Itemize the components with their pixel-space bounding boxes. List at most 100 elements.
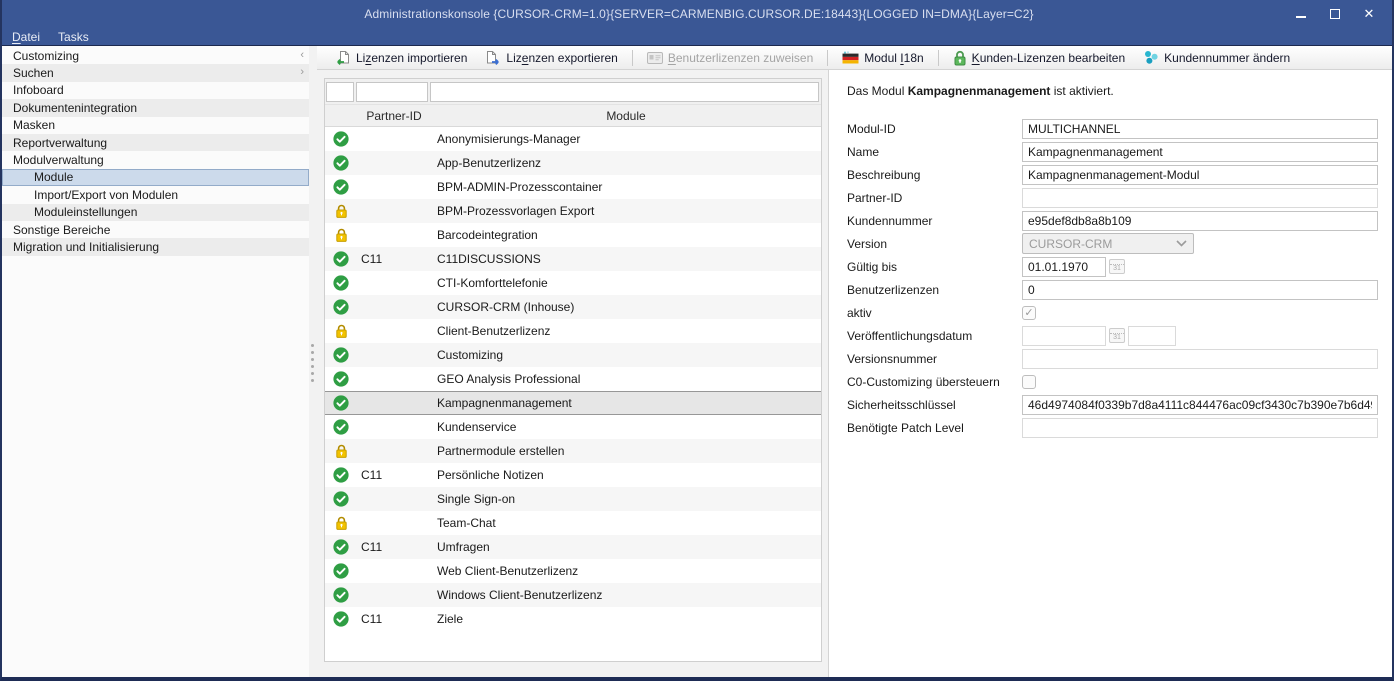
module-filter-input[interactable]: [430, 82, 819, 102]
table-row-geo-analysis-professional[interactable]: GEO Analysis Professional: [325, 367, 821, 391]
close-button[interactable]: ✕: [1354, 3, 1384, 25]
sidebar-item-customizing[interactable]: Customizing‹: [2, 47, 309, 64]
table-row-partnermodule-erstellen[interactable]: Partnermodule erstellen: [325, 439, 821, 463]
module-name-cell: BPM-Prozessvorlagen Export: [431, 204, 821, 218]
table-row-anonymisierungs-manager[interactable]: Anonymisierungs-Manager: [325, 127, 821, 151]
active-check-icon: [333, 539, 349, 555]
sidebar-item-masken[interactable]: Masken: [2, 117, 309, 134]
module-name-cell: App-Benutzerlizenz: [431, 156, 821, 170]
c0-customizing-checkbox[interactable]: [1022, 375, 1036, 389]
sidebar-item-moduleinstellungen[interactable]: Moduleinstellungen: [2, 204, 309, 221]
gueltig-bis-field-input[interactable]: [1022, 257, 1106, 277]
sidebar-item-sonstige-bereiche[interactable]: Sonstige Bereiche: [2, 221, 309, 238]
table-row-client-benutzerlizenz[interactable]: Client-Benutzerlizenz: [325, 319, 821, 343]
table-row-bpm-admin-prozesscontainer[interactable]: BPM-ADMIN-Prozesscontainer: [325, 175, 821, 199]
form-row-name-field: Name: [847, 140, 1378, 163]
module-name-cell: Barcodeintegration: [431, 228, 821, 242]
chevron-left-icon[interactable]: ‹: [300, 49, 304, 61]
table-row-single-sign-on[interactable]: Single Sign-on: [325, 487, 821, 511]
sicherheitsschluessel-field-input[interactable]: [1022, 395, 1378, 415]
active-check-icon: [333, 563, 349, 579]
kundennummer-field-input[interactable]: [1022, 211, 1378, 231]
export-licenses-button[interactable]: Lizenzen exportieren: [477, 48, 625, 68]
partner-id-column-header[interactable]: Partner-ID: [357, 109, 431, 123]
export-license-icon: [485, 50, 501, 66]
sidebar-splitter[interactable]: [309, 46, 317, 677]
versionsnummer-field-input[interactable]: [1022, 349, 1378, 369]
change-customer-number-button[interactable]: Kundennummer ändern: [1135, 48, 1298, 67]
locked-lock-icon: [335, 228, 348, 243]
beschreibung-field-input[interactable]: [1022, 165, 1378, 185]
versionsnummer-field-label: Versionsnummer: [847, 352, 1022, 366]
module-name-cell: Single Sign-on: [431, 492, 821, 506]
maximize-button[interactable]: [1320, 3, 1350, 25]
sidebar-item-migration-und-initialisierung[interactable]: Migration und Initialisierung: [2, 238, 309, 255]
sidebar-item-suchen[interactable]: Suchen›: [2, 64, 309, 81]
partner-id-filter-input[interactable]: [356, 82, 428, 102]
table-row-kampagnenmanagement[interactable]: Kampagnenmanagement: [325, 391, 821, 415]
form-row-kundennummer-field: Kundennummer: [847, 209, 1378, 232]
module-name-cell: BPM-ADMIN-Prozesscontainer: [431, 180, 821, 194]
module-column-header[interactable]: Module: [431, 109, 821, 123]
maximize-icon: [1330, 9, 1340, 19]
partner-id-field-label: Partner-ID: [847, 191, 1022, 205]
table-row-barcodeintegration[interactable]: Barcodeintegration: [325, 223, 821, 247]
sidebar-item-infoboard[interactable]: Infoboard: [2, 82, 309, 99]
form-row-gueltig-bis-field: Gültig bis31: [847, 255, 1378, 278]
chevron-right-icon[interactable]: ›: [300, 66, 304, 78]
table-row-cursor-crm-inhouse-[interactable]: CURSOR-CRM (Inhouse): [325, 295, 821, 319]
sidebar-item-reportverwaltung[interactable]: Reportverwaltung: [2, 134, 309, 151]
name-field-input[interactable]: [1022, 142, 1378, 162]
table-row-cti-komforttelefonie[interactable]: CTI-Komforttelefonie: [325, 271, 821, 295]
table-row-web-client-benutzerlizenz[interactable]: Web Client-Benutzerlizenz: [325, 559, 821, 583]
table-row-c11discussions[interactable]: C11C11DISCUSSIONS: [325, 247, 821, 271]
menu-tasks[interactable]: Tasks: [58, 30, 89, 44]
modul-id-field-input[interactable]: [1022, 119, 1378, 139]
select-value: CURSOR-CRM: [1029, 237, 1112, 251]
menu-datei[interactable]: Datei: [12, 30, 40, 44]
table-row-bpm-prozessvorlagen-export[interactable]: BPM-Prozessvorlagen Export: [325, 199, 821, 223]
sicherheitsschluessel-field-label: Sicherheitsschlüssel: [847, 398, 1022, 412]
benoetigte-patch-level-field-input[interactable]: [1022, 418, 1378, 438]
table-row-ziele[interactable]: C11Ziele: [325, 607, 821, 631]
table-row-team-chat[interactable]: Team-Chat: [325, 511, 821, 535]
benutzerlizenzen-field-input[interactable]: [1022, 280, 1378, 300]
toolbar-button-label: Lizenzen importieren: [356, 51, 467, 65]
aktiv-checkbox: ✓: [1022, 306, 1036, 320]
sidebar-item-modulverwaltung[interactable]: Modulverwaltung: [2, 151, 309, 168]
menubar: Datei Tasks: [2, 28, 1392, 46]
minimize-button[interactable]: [1286, 3, 1316, 25]
form-row-beschreibung-field: Beschreibung: [847, 163, 1378, 186]
status-cell: [325, 371, 357, 387]
module-status-text: Das Modul Kampagnenmanagement ist aktivi…: [847, 84, 1378, 98]
table-row-umfragen[interactable]: C11Umfragen: [325, 535, 821, 559]
sidebar-item-label: Moduleinstellungen: [34, 205, 137, 219]
sidebar-item-label: Migration und Initialisierung: [13, 240, 159, 254]
partner-id-field-input[interactable]: [1022, 188, 1378, 208]
form-row-versionsnummer-field: Versionsnummer: [847, 347, 1378, 370]
table-row-customizing[interactable]: Customizing: [325, 343, 821, 367]
status-filter-input[interactable]: [326, 82, 354, 102]
sidebar-item-import-export-von-modulen[interactable]: Import/Export von Modulen: [2, 186, 309, 203]
module-name-cell: Client-Benutzerlizenz: [431, 324, 821, 338]
locked-lock-icon: [335, 444, 348, 459]
sidebar-item-dokumentenintegration[interactable]: Dokumentenintegration: [2, 99, 309, 116]
administration-console-window: Administrationskonsole {CURSOR-CRM=1.0}{…: [0, 0, 1394, 681]
module-name-cell: Windows Client-Benutzerlizenz: [431, 588, 821, 602]
beschreibung-field-label: Beschreibung: [847, 168, 1022, 182]
table-row-app-benutzerlizenz[interactable]: App-Benutzerlizenz: [325, 151, 821, 175]
table-row-windows-client-benutzerlizenz[interactable]: Windows Client-Benutzerlizenz: [325, 583, 821, 607]
edit-customer-licenses-button[interactable]: Kunden-Lizenzen bearbeiten: [945, 48, 1133, 68]
status-cell: [325, 444, 357, 459]
import-licenses-button[interactable]: Lizenzen importieren: [327, 48, 475, 68]
table-row-kundenservice[interactable]: Kundenservice: [325, 415, 821, 439]
active-check-icon: [333, 347, 349, 363]
module-i18n-button[interactable]: Modul I18n: [834, 49, 931, 67]
minimize-icon: [1296, 16, 1306, 18]
active-check-icon: [333, 155, 349, 171]
form-row-c0-customizing-checkbox: C0-Customizing übersteuern: [847, 370, 1378, 393]
change-customer-number-icon: [1143, 50, 1159, 65]
table-row-pers-nliche-notizen[interactable]: C11Persönliche Notizen: [325, 463, 821, 487]
sidebar-item-module[interactable]: Module: [2, 169, 309, 186]
status-cell: [325, 324, 357, 339]
